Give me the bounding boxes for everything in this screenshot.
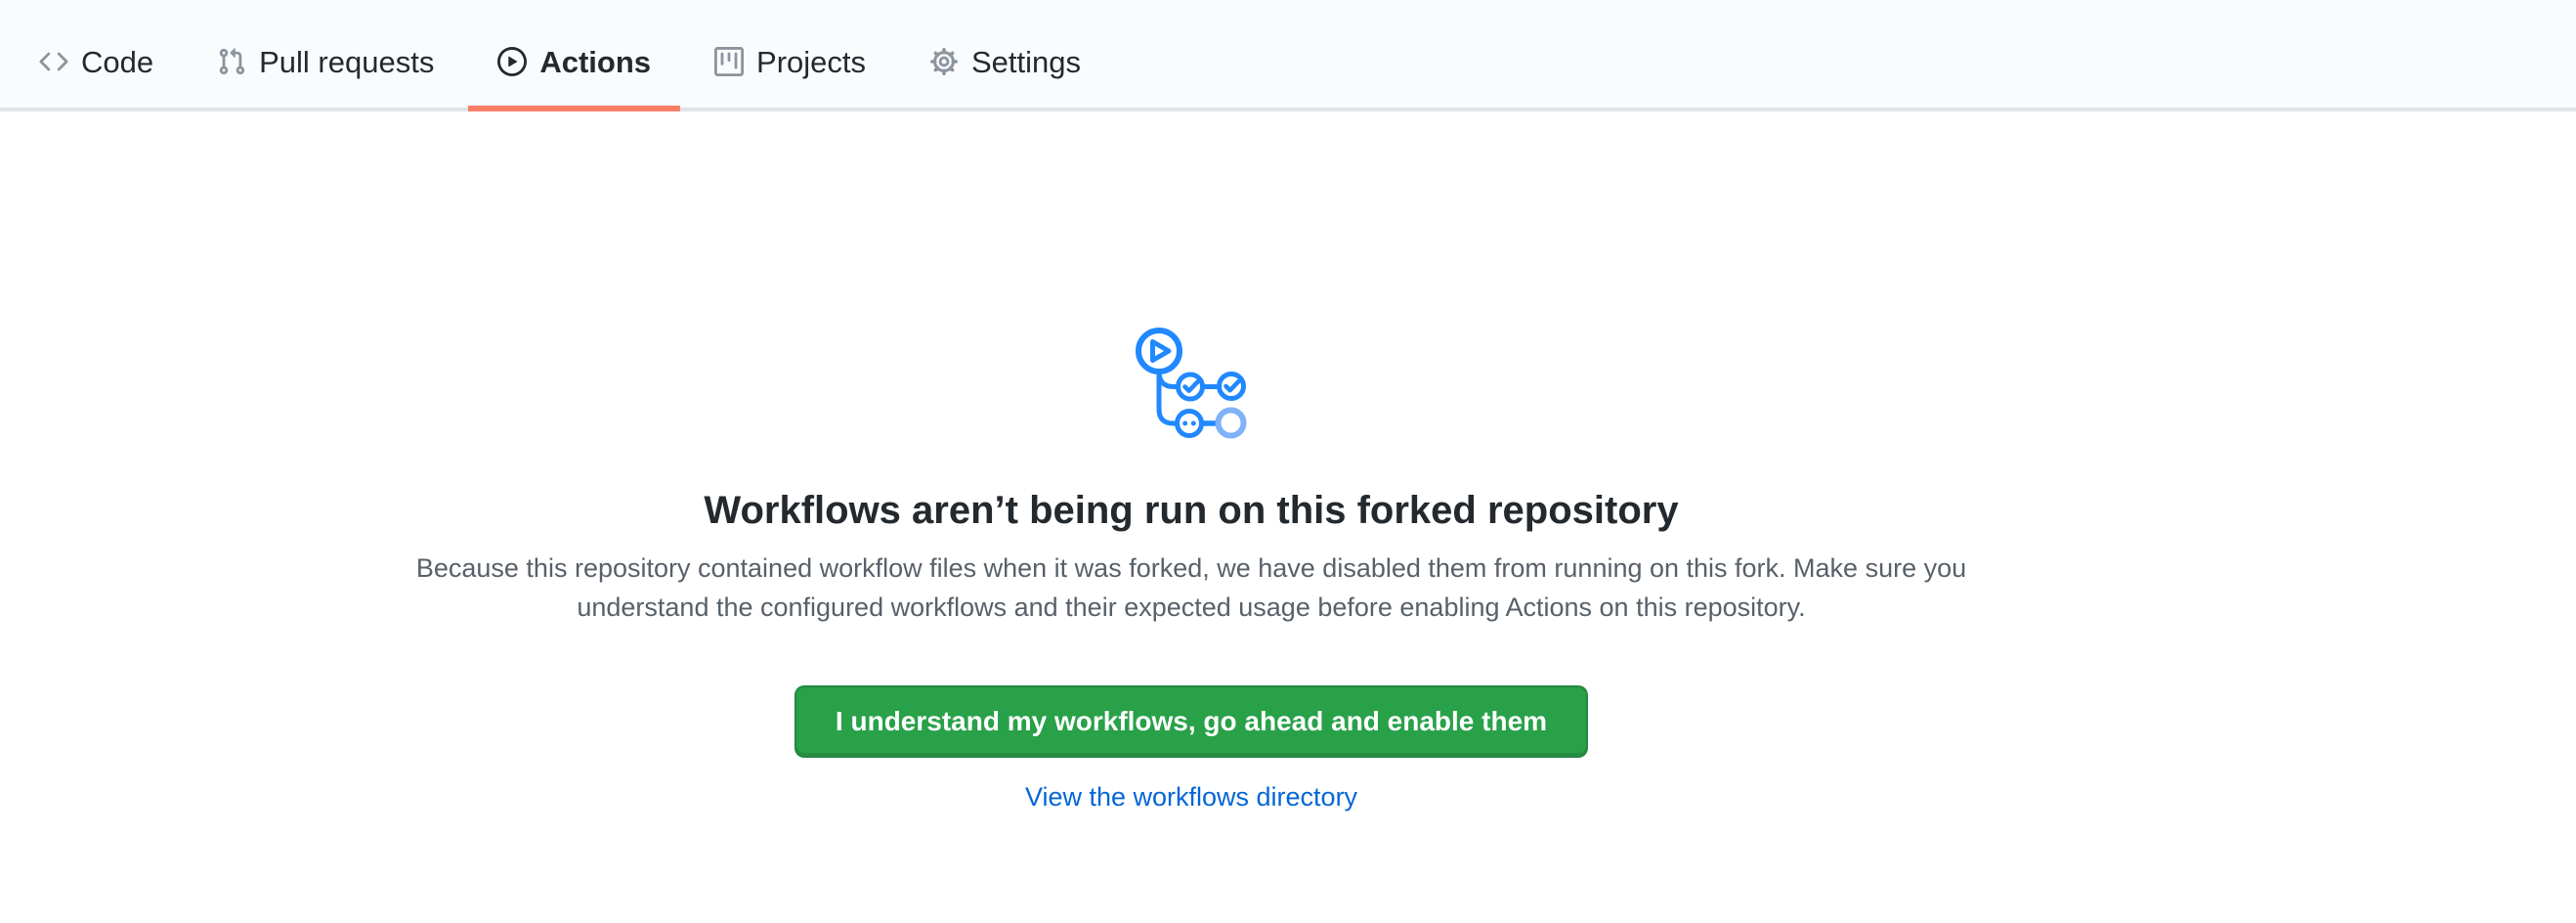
- tab-actions-label: Actions: [539, 47, 651, 77]
- tab-projects-label: Projects: [756, 47, 866, 77]
- tab-actions[interactable]: Actions: [468, 16, 680, 108]
- blankslate-heading: Workflows aren’t being run on this forke…: [0, 486, 2383, 535]
- link-row: View the workflows directory: [0, 777, 2383, 816]
- gear-icon: [929, 47, 959, 76]
- blankslate-description: Because this repository contained workfl…: [380, 549, 2002, 627]
- tab-settings[interactable]: Settings: [900, 16, 1110, 108]
- tab-settings-label: Settings: [971, 47, 1081, 77]
- tab-code[interactable]: Code: [10, 16, 183, 108]
- enable-workflows-button[interactable]: I understand my workflows, go ahead and …: [794, 685, 1588, 758]
- tab-projects[interactable]: Projects: [685, 16, 895, 108]
- repo-nav: Code Pull requests Actions Projects: [0, 0, 2576, 111]
- project-icon: [714, 47, 744, 76]
- git-pull-request-icon: [217, 47, 246, 76]
- main-content: Workflows aren’t being run on this forke…: [0, 111, 2383, 816]
- workflow-graph-icon: [1134, 325, 1249, 444]
- play-icon: [497, 47, 527, 76]
- tab-pull-requests[interactable]: Pull requests: [188, 16, 463, 108]
- view-workflows-directory-link[interactable]: View the workflows directory: [1025, 782, 1357, 812]
- tab-code-label: Code: [81, 47, 153, 77]
- actions-disabled-blankslate: Workflows aren’t being run on this forke…: [0, 111, 2383, 816]
- code-icon: [39, 47, 68, 76]
- tab-pull-requests-label: Pull requests: [259, 47, 434, 77]
